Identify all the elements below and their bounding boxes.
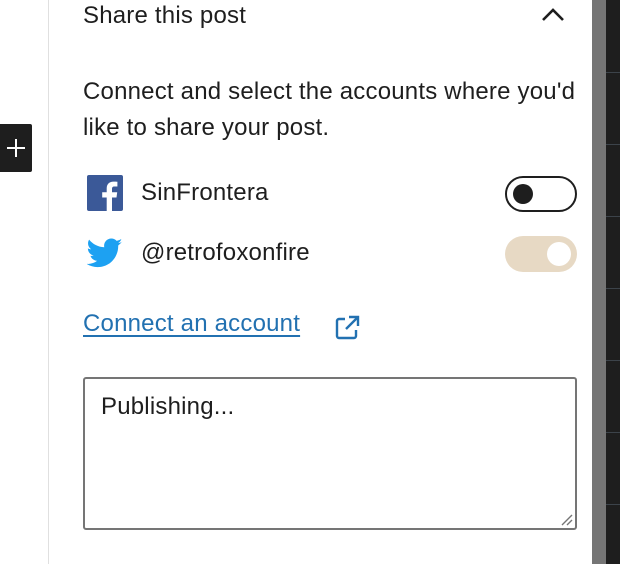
collapse-panel-button[interactable] xyxy=(539,2,567,26)
account-row-facebook: SinFrontera xyxy=(83,173,579,213)
toggle-knob xyxy=(547,242,571,266)
facebook-icon xyxy=(87,175,123,211)
add-block-button[interactable] xyxy=(0,124,32,172)
share-message-textarea[interactable]: Publishing... xyxy=(83,377,577,530)
plus-icon xyxy=(7,139,25,157)
panel-title: Share this post xyxy=(83,2,247,29)
account-row-twitter: @retrofoxonfire xyxy=(83,233,579,273)
editor-canvas-edge xyxy=(0,0,48,564)
account-name: SinFrontera xyxy=(141,179,269,206)
resize-handle-icon[interactable] xyxy=(559,512,573,526)
adjacent-dark-panel xyxy=(606,0,620,564)
panel-description: Connect and select the accounts where yo… xyxy=(83,78,576,141)
chevron-up-icon xyxy=(542,8,564,21)
sidebar-scrollbar[interactable] xyxy=(592,0,606,564)
connect-account-link[interactable]: Connect an account xyxy=(83,310,300,338)
external-link-icon[interactable] xyxy=(333,314,361,342)
account-name: @retrofoxonfire xyxy=(141,239,310,266)
twitter-share-toggle[interactable] xyxy=(505,236,577,272)
share-post-panel: Share this post Connect and select the a… xyxy=(49,0,592,564)
toggle-knob xyxy=(513,184,533,204)
twitter-icon xyxy=(87,238,123,268)
facebook-share-toggle[interactable] xyxy=(505,176,577,212)
